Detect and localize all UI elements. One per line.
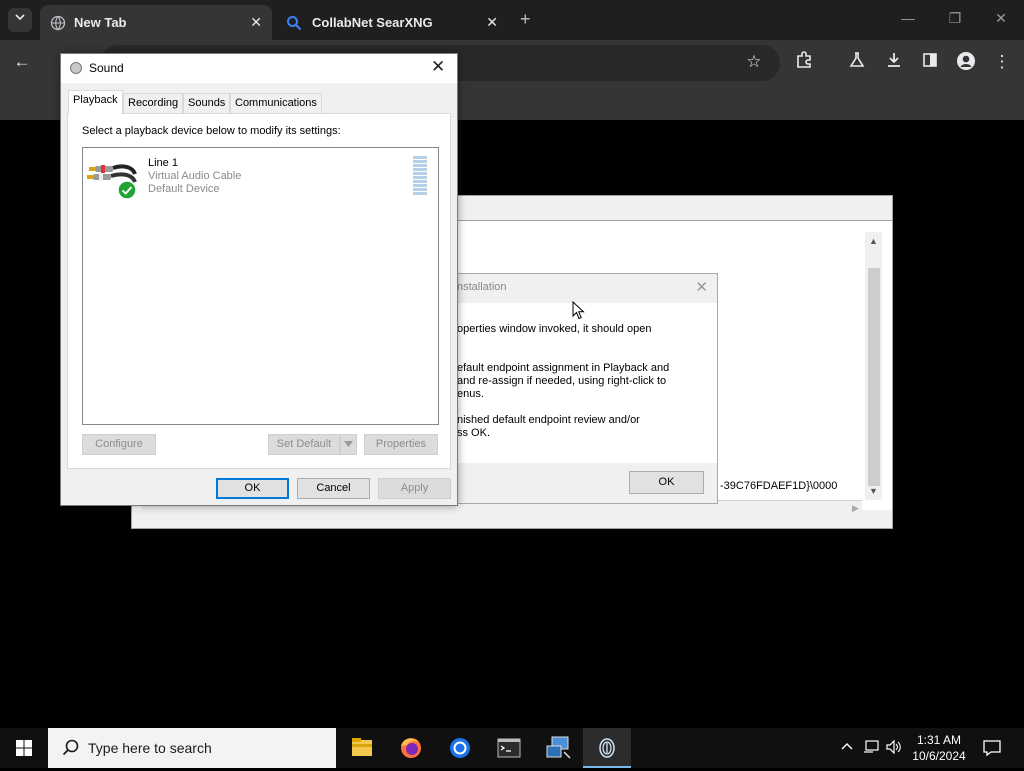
side-panel-icon[interactable] xyxy=(919,51,941,73)
speaker-icon xyxy=(70,62,82,74)
instruction-text: Select a playback device below to modify… xyxy=(82,125,341,137)
minimize-icon[interactable]: — xyxy=(898,10,918,26)
start-button[interactable] xyxy=(0,728,48,768)
scroll-up-icon[interactable]: ▲ xyxy=(869,236,878,246)
windows-logo-icon xyxy=(16,740,32,756)
scroll-right-icon[interactable]: ▶ xyxy=(852,503,859,514)
tab-label: CollabNet SearXNG xyxy=(312,15,433,30)
tab-new-tab[interactable]: New Tab ✕ xyxy=(40,5,272,40)
terminal-icon[interactable] xyxy=(485,728,533,768)
device-description: Virtual Audio Cable xyxy=(148,170,242,182)
set-default-button[interactable]: Set Default xyxy=(268,434,340,455)
chevron-down-icon xyxy=(344,441,353,447)
scroll-down-icon[interactable]: ▼ xyxy=(869,486,878,496)
profile-icon[interactable] xyxy=(955,51,977,73)
tab-sounds[interactable]: Sounds xyxy=(183,93,231,113)
tab-label: New Tab xyxy=(74,15,127,30)
playback-panel: Select a playback device below to modify… xyxy=(67,113,451,469)
tab-playback[interactable]: Playback xyxy=(68,90,123,114)
download-icon[interactable] xyxy=(883,51,905,73)
device-status: Default Device xyxy=(148,183,220,195)
dialog-title: Sound xyxy=(89,61,124,75)
taskbar-search-box[interactable]: Type here to search xyxy=(48,728,336,768)
globe-icon xyxy=(50,15,66,30)
sound-dialog: Sound ✕ Playback Recording Sounds Commun… xyxy=(60,53,458,506)
labs-icon[interactable] xyxy=(846,51,868,73)
new-tab-button[interactable]: + xyxy=(520,9,531,30)
clock-time: 1:31 AM xyxy=(916,733,962,747)
tab-recording[interactable]: Recording xyxy=(123,93,184,113)
close-icon[interactable]: ✕ xyxy=(991,10,1011,27)
network-icon[interactable] xyxy=(863,740,879,757)
message-line: operties window invoked, it should open xyxy=(457,323,652,335)
device-guid-text: -39C76FDAEF1D}\0000 xyxy=(720,480,838,492)
clock-date: 10/6/2024 xyxy=(912,749,966,763)
search-placeholder: Type here to search xyxy=(88,740,212,756)
mouse-cursor-icon xyxy=(572,301,585,320)
search-icon xyxy=(62,739,79,756)
configure-button[interactable]: Configure xyxy=(82,434,156,455)
message-line: enus. xyxy=(457,388,484,400)
network-app-icon[interactable] xyxy=(534,728,582,768)
message-line: and re-assign if needed, using right-cli… xyxy=(457,375,667,387)
chrome-icon[interactable] xyxy=(436,728,484,768)
dialog-title: nstallation xyxy=(457,281,507,293)
taskbar: Type here to search 1:31 AM 10/6/2024 xyxy=(0,728,1024,768)
scrollbar-thumb[interactable] xyxy=(868,268,880,486)
tab-communications[interactable]: Communications xyxy=(230,93,322,113)
chevron-up-icon[interactable] xyxy=(840,740,854,757)
tab-strip: New Tab ✕ CollabNet SearXNG ✕ + — ❐ ✕ xyxy=(0,0,1024,40)
ok-button[interactable]: OK xyxy=(629,471,704,494)
menu-icon[interactable]: ⋮ xyxy=(991,51,1013,73)
device-list[interactable]: Line 1 Virtual Audio Cable Default Devic… xyxy=(82,147,439,425)
bookmark-star-icon[interactable]: ☆ xyxy=(743,51,765,73)
properties-button[interactable]: Properties xyxy=(364,434,438,455)
fingerprint-app-icon[interactable] xyxy=(583,728,631,768)
firefox-icon[interactable] xyxy=(387,728,435,768)
back-icon[interactable]: ← xyxy=(11,51,33,73)
close-tab-icon[interactable]: ✕ xyxy=(250,14,262,31)
apply-button[interactable]: Apply xyxy=(378,478,451,499)
volume-meter xyxy=(413,156,427,196)
device-name: Line 1 xyxy=(148,157,178,169)
tab-collabnet-searxng[interactable]: CollabNet SearXNG ✕ xyxy=(276,5,508,40)
message-line: nished default endpoint review and/or xyxy=(457,414,640,426)
message-line: ss OK. xyxy=(457,427,491,439)
title-bar: Sound ✕ xyxy=(61,54,457,83)
chevron-down-icon xyxy=(15,14,25,21)
ok-button[interactable]: OK xyxy=(216,478,289,499)
close-tab-icon[interactable]: ✕ xyxy=(486,14,498,31)
close-icon[interactable]: ✕ xyxy=(431,57,445,77)
tab-search-button[interactable] xyxy=(8,8,32,32)
notifications-icon[interactable] xyxy=(983,740,1001,759)
set-default-dropdown[interactable] xyxy=(340,434,357,455)
dialog-message-area: operties window invoked, it should open … xyxy=(442,303,717,463)
search-icon xyxy=(287,15,302,30)
restore-icon[interactable]: ❐ xyxy=(945,10,965,27)
extensions-icon[interactable] xyxy=(793,51,815,73)
cancel-button[interactable]: Cancel xyxy=(297,478,370,499)
file-explorer-icon[interactable] xyxy=(338,728,386,768)
close-icon[interactable]: ✕ xyxy=(695,278,708,296)
default-check-icon xyxy=(117,180,137,200)
system-clock[interactable]: 1:31 AM 10/6/2024 xyxy=(900,732,978,764)
message-line: efault endpoint assignment in Playback a… xyxy=(457,362,670,374)
